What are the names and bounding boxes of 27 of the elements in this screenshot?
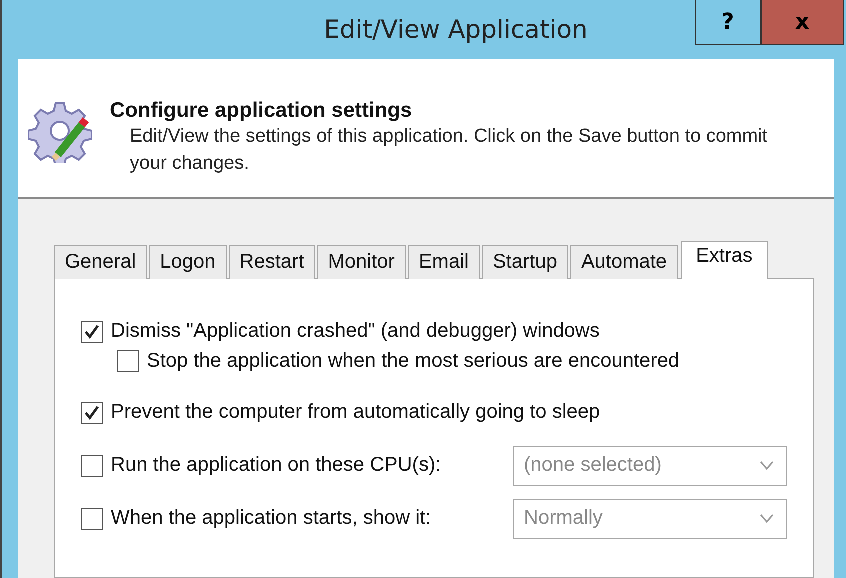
caret-icon [760, 514, 774, 523]
tab[interactable]: Email [408, 245, 480, 279]
checkbox[interactable] [81, 320, 103, 342]
option-label: Prevent the computer from automatically going to sleep [111, 401, 600, 424]
window-title: Edit/View Application [324, 14, 588, 44]
caret-icon [760, 461, 774, 470]
tab[interactable]: Monitor [317, 245, 406, 279]
option-label: Stop the application when the most serious are encountered [147, 350, 680, 372]
checkbox[interactable] [117, 350, 139, 372]
dropdown[interactable]: (none selected) [513, 446, 787, 486]
tab[interactable]: General [54, 245, 148, 279]
header-title: Configure application settings [110, 98, 414, 123]
tab[interactable]: Restart [228, 245, 316, 279]
tab[interactable]: Logon [149, 245, 227, 279]
close-button[interactable]: x [761, 0, 844, 45]
checkbox[interactable] [81, 454, 103, 476]
tab[interactable]: Startup [482, 245, 568, 279]
option-label: Run the application on these CPU(s): [111, 454, 442, 477]
tab[interactable]: Automate [570, 245, 678, 279]
tab[interactable]: Extras [681, 241, 768, 279]
checkbox[interactable] [81, 508, 103, 530]
option-label: Dismiss "Application crashed" (and debugger) windows [111, 320, 600, 343]
option-label: When the application starts, show it: [111, 507, 432, 530]
checkbox[interactable] [81, 402, 103, 424]
help-button[interactable]: ? [695, 0, 761, 45]
dropdown[interactable]: Normally [513, 498, 787, 538]
header-description: Edit/View the settings of this application. Click on the Save button to commit your changes. [130, 124, 769, 176]
